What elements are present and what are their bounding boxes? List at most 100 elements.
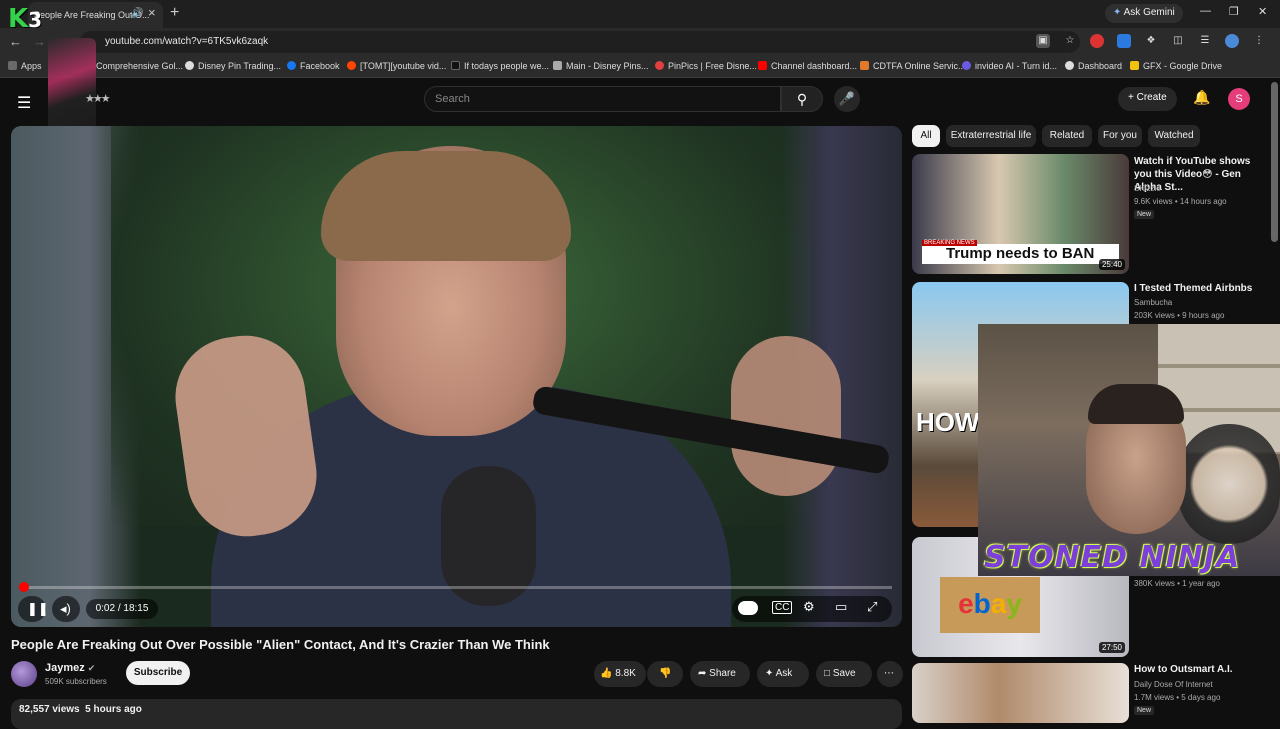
user-avatar[interactable]: S bbox=[1228, 88, 1250, 110]
share-button[interactable]: ➦ Share bbox=[690, 661, 750, 687]
bookmark-item[interactable]: GFX - Google Drive bbox=[1130, 61, 1222, 71]
time-text: 0:02 / 18:15 bbox=[95, 603, 149, 614]
extension-red-icon[interactable] bbox=[1090, 34, 1104, 48]
recommendation-thumbnail[interactable]: Trump needs to BAN BREAKING NEWS 25:40 bbox=[912, 154, 1129, 274]
bookmark-item[interactable]: If todays people we... bbox=[451, 61, 549, 71]
bookmark-item[interactable]: Facebook bbox=[287, 61, 340, 71]
subscribe-button[interactable]: Subscribe bbox=[126, 661, 190, 685]
verified-icon: ✔ bbox=[87, 663, 96, 673]
recommendation-title[interactable]: How to Outsmart A.I. bbox=[1134, 663, 1264, 676]
dashboard-icon bbox=[1065, 61, 1074, 70]
recommendation-meta: 9.6K views • 14 hours ago bbox=[1134, 197, 1227, 206]
dancing-figures-icon: ★★★ bbox=[85, 93, 111, 105]
browser-tab-strip: People Are Freaking Out O... 🔊 × + ✦ Ask… bbox=[0, 0, 1280, 28]
ask-button[interactable]: ✦ Ask bbox=[757, 661, 809, 687]
thumbnail-caption: ebay bbox=[940, 577, 1040, 633]
chip-all[interactable]: All bbox=[912, 125, 940, 147]
minimize-icon[interactable]: — bbox=[1200, 5, 1211, 17]
fullscreen-icon[interactable]: ⤢ bbox=[867, 599, 877, 615]
plus-icon: + bbox=[1128, 92, 1137, 103]
cast-icon[interactable]: ▣ bbox=[1036, 34, 1050, 48]
window-close-icon[interactable]: ✕ bbox=[1258, 5, 1267, 18]
channel-avatar[interactable] bbox=[11, 661, 37, 687]
recommendation-channel[interactable]: Sambucha bbox=[1134, 296, 1172, 309]
pinpics-icon bbox=[655, 61, 664, 70]
search-input[interactable]: Search bbox=[424, 86, 781, 112]
tab-close-icon[interactable]: × bbox=[148, 5, 156, 20]
new-badge: New bbox=[1134, 706, 1155, 715]
bookmark-icon: □ bbox=[824, 668, 831, 679]
video-progress-bar[interactable] bbox=[19, 582, 892, 592]
invideo-icon bbox=[962, 61, 971, 70]
youtube-icon bbox=[758, 61, 767, 70]
page-scrollbar[interactable] bbox=[1271, 82, 1278, 242]
recommendation-channel[interactable]: SKizzle bbox=[1134, 182, 1161, 195]
create-button[interactable]: + Create bbox=[1118, 87, 1177, 111]
media-icon[interactable]: ☰ bbox=[1198, 34, 1212, 48]
recommendation-thumbnail[interactable] bbox=[912, 663, 1129, 723]
chip-for-you[interactable]: For you bbox=[1098, 125, 1142, 147]
url-field[interactable]: youtube.com/watch?v=6TK5vk6zaqk bbox=[80, 31, 1080, 53]
ask-gemini-button[interactable]: ✦ Ask Gemini bbox=[1105, 4, 1183, 23]
bookmark-item[interactable]: Dashboard bbox=[1065, 61, 1122, 71]
theater-mode-icon[interactable]: ▭ bbox=[835, 599, 847, 615]
sidebar-icon[interactable]: ◫ bbox=[1171, 34, 1185, 48]
voice-search-button[interactable]: 🎤 bbox=[834, 86, 860, 112]
recommendation-channel[interactable]: Daily Dose Of Internet bbox=[1134, 678, 1213, 691]
forward-icon[interactable]: → bbox=[33, 34, 46, 49]
settings-gear-icon[interactable]: ⚙ bbox=[803, 599, 815, 615]
webcam-streamer-hair bbox=[1088, 384, 1184, 424]
view-count: 82,557 views bbox=[19, 704, 80, 715]
bookmark-label: GFX - Google Drive bbox=[1143, 61, 1223, 71]
restore-icon[interactable]: ❐ bbox=[1229, 5, 1239, 18]
profile-icon[interactable] bbox=[1225, 34, 1239, 48]
bookmark-label: Channel dashboard... bbox=[771, 61, 858, 71]
dislike-button[interactable]: 👎 bbox=[647, 661, 683, 687]
bookmark-item[interactable]: PinPics | Free Disne... bbox=[655, 61, 757, 71]
video-duration: 25:40 bbox=[1098, 259, 1125, 270]
like-count: 8.8K bbox=[615, 668, 636, 679]
notifications-bell-icon[interactable]: 🔔 bbox=[1193, 89, 1210, 106]
bookmark-item[interactable]: invideo AI - Turn id... bbox=[962, 61, 1057, 71]
bookmark-item[interactable]: Main - Disney Pins... bbox=[553, 61, 649, 71]
new-tab-icon[interactable]: + bbox=[170, 4, 179, 22]
hamburger-menu-icon[interactable]: ☰ bbox=[17, 93, 31, 113]
extensions-puzzle-icon[interactable]: ❖ bbox=[1144, 34, 1158, 48]
search-button[interactable]: ⚲ bbox=[781, 86, 823, 112]
recommendation-title[interactable]: I Tested Themed Airbnbs bbox=[1134, 282, 1264, 295]
bookmark-item[interactable]: Channel dashboard... bbox=[758, 61, 857, 71]
bookmark-item[interactable]: Apps bbox=[8, 61, 42, 71]
chip-watched[interactable]: Watched bbox=[1148, 125, 1200, 147]
back-icon[interactable]: ← bbox=[9, 34, 22, 49]
description-box[interactable] bbox=[11, 699, 902, 729]
channel-name[interactable]: Jaymez ✔ bbox=[45, 662, 95, 674]
bookmark-item[interactable]: CDTFA Online Servic... bbox=[860, 61, 966, 71]
bookmark-label: If todays people we... bbox=[464, 61, 550, 71]
bookmark-item[interactable]: Comprehensive Gol... bbox=[96, 61, 183, 71]
save-button[interactable]: □ Save bbox=[816, 661, 872, 687]
pause-icon: ❚❚ bbox=[27, 601, 49, 616]
more-actions-button[interactable]: ⋯ bbox=[877, 661, 903, 687]
bookmark-item[interactable]: [TOMT][youtube vid... bbox=[347, 61, 446, 71]
more-dots-icon: ⋯ bbox=[884, 668, 894, 679]
autoplay-toggle[interactable] bbox=[738, 601, 758, 615]
tab-audio-icon[interactable]: 🔊 bbox=[131, 8, 143, 19]
extension-icons: ▣ ☆ ❖ ◫ ☰ ⋮ bbox=[1036, 34, 1266, 48]
pause-button[interactable]: ❚❚ bbox=[18, 596, 49, 622]
video-frame-hand bbox=[731, 336, 841, 496]
extension-blue-icon[interactable] bbox=[1117, 34, 1131, 48]
chip-related[interactable]: Related bbox=[1042, 125, 1092, 147]
captions-icon[interactable]: CC bbox=[772, 601, 793, 614]
search-icon: ⚲ bbox=[796, 91, 808, 107]
chip-extraterrestrial-life[interactable]: Extraterrestrial life bbox=[946, 125, 1036, 147]
bookmark-label: Main - Disney Pins... bbox=[566, 61, 649, 71]
volume-button[interactable]: ◂) bbox=[52, 596, 80, 622]
menu-dots-icon[interactable]: ⋮ bbox=[1252, 34, 1266, 48]
bookmark-star-icon[interactable]: ☆ bbox=[1063, 34, 1077, 48]
upload-age: 5 hours ago bbox=[85, 704, 142, 715]
like-button[interactable]: 👍 8.8K bbox=[594, 661, 646, 687]
bookmark-label: [TOMT][youtube vid... bbox=[360, 61, 447, 71]
bookmark-item[interactable]: Disney Pin Trading... bbox=[185, 61, 281, 71]
video-player[interactable] bbox=[11, 126, 902, 627]
reddit-icon bbox=[347, 61, 356, 70]
